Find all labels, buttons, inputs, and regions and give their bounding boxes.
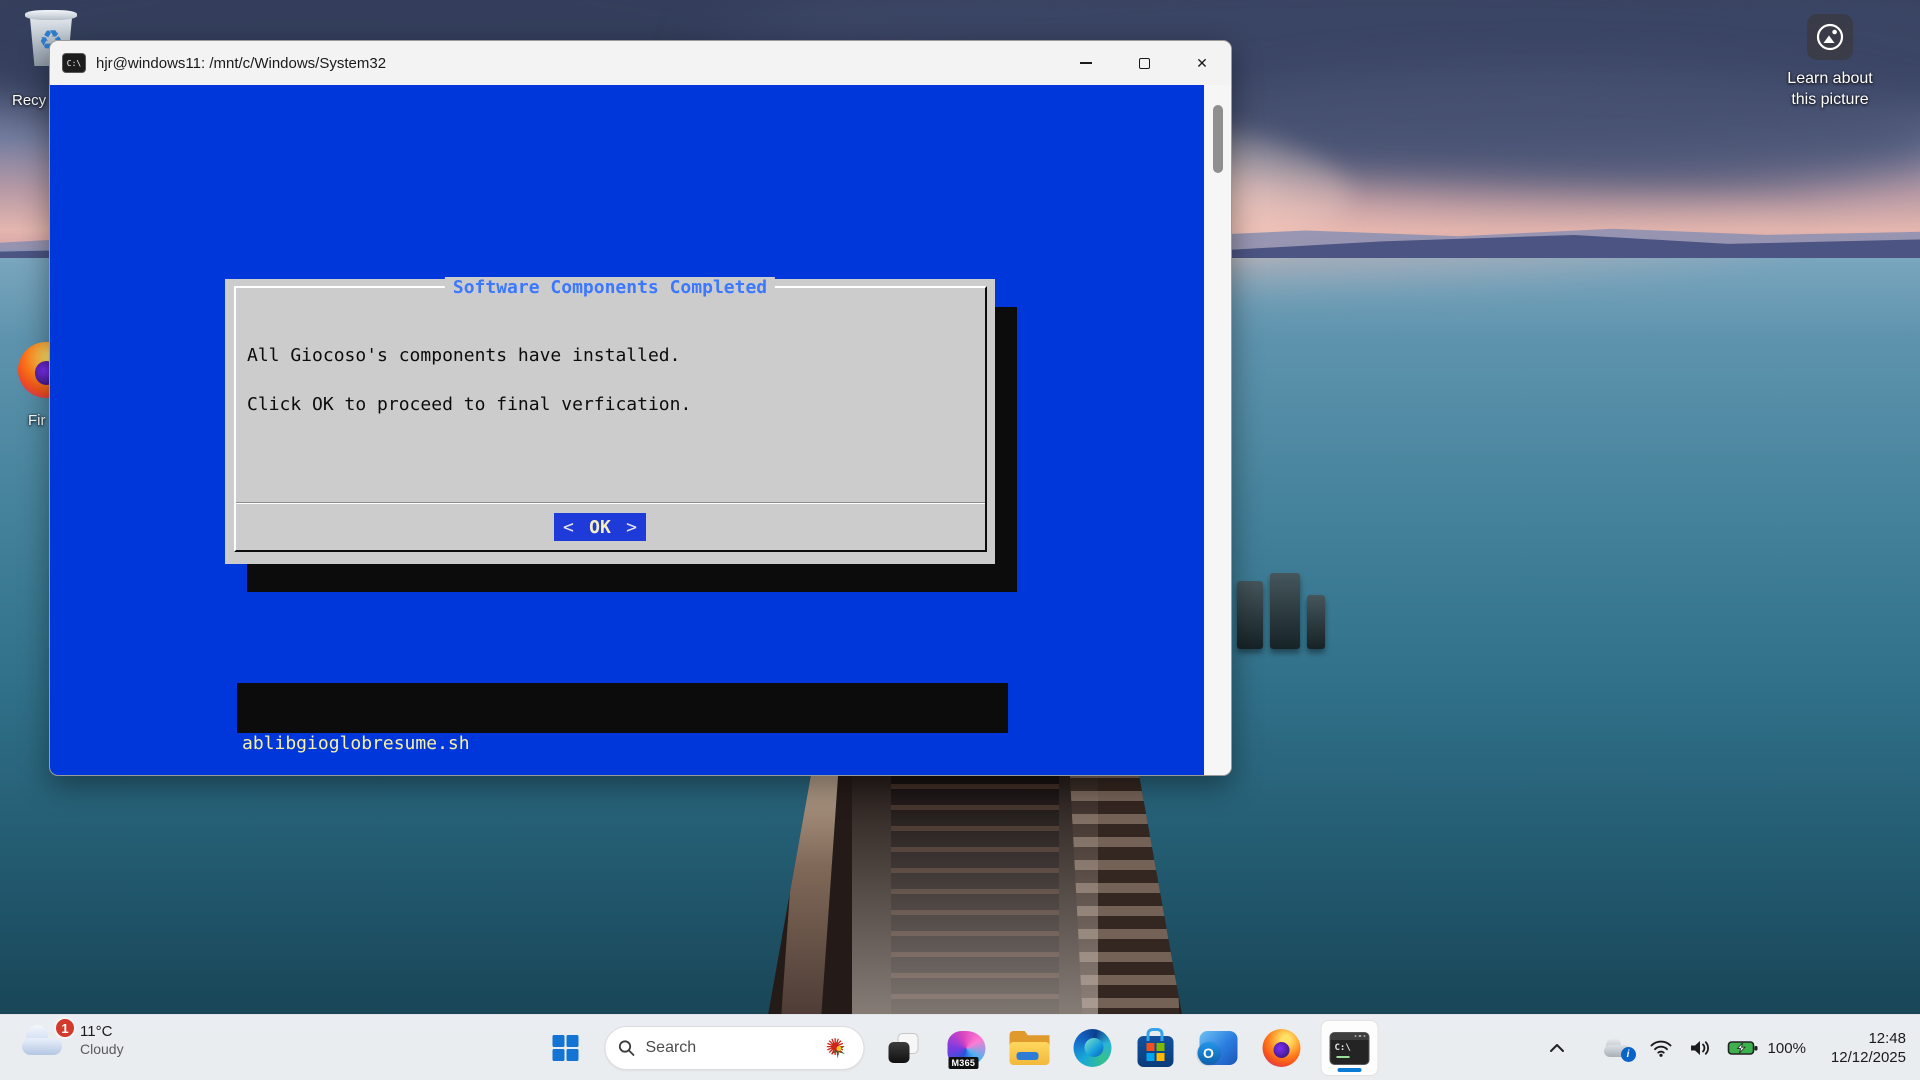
taskbar: 1 11°C Cloudy Search ✶ ✺ [0,1014,1920,1080]
weather-widget[interactable]: 1 11°C Cloudy [22,1023,124,1057]
maximize-button[interactable] [1115,41,1173,85]
terminal-content: Software Components Completed All Giocos… [50,85,1204,776]
task-view-icon [889,1033,919,1063]
outlook-button[interactable]: O [1195,1021,1243,1075]
search-placeholder: Search [646,1039,816,1057]
system-tray: i [1547,1015,1906,1080]
m365-badge: M365 [949,1057,979,1069]
picture-info-tile[interactable] [1807,14,1853,60]
clock-widget[interactable]: 12:48 12/12/2025 [1831,1029,1906,1067]
firefox-icon [1263,1029,1301,1067]
edge-icon [1074,1029,1112,1067]
microsoft-store-icon [1138,1036,1174,1067]
outlook-icon: O [1200,1031,1238,1065]
chevron-up-icon [1547,1040,1567,1056]
dialog-separator [236,502,985,504]
scrollbar-thumb[interactable] [1213,105,1223,173]
minimize-button[interactable] [1057,41,1115,85]
window-titlebar[interactable]: C:\ hjr@windows11: /mnt/c/Windows/System… [50,41,1231,85]
scrollbar-track[interactable] [1204,85,1232,776]
battery-button[interactable] [1727,1038,1759,1058]
recycle-bin-label: Recy [12,92,46,109]
cmd-window-icon: C:\ [62,53,86,73]
terminal-output-box: ablibgioglobresume.sh 6eb20892679a0ce196… [237,683,1008,733]
m365-copilot-icon: M365 [948,1031,986,1066]
onedrive-tray-button[interactable]: i [1604,1037,1634,1059]
close-button[interactable]: ✕ [1173,41,1231,85]
file-explorer-icon [1010,1031,1050,1065]
m365-copilot-button[interactable]: M365 [943,1021,991,1075]
active-app-indicator [1338,1068,1362,1072]
pier-beam [782,768,839,1014]
maximize-icon [1139,58,1150,69]
ok-bracket-right: > [626,517,637,538]
wifi-button[interactable] [1649,1038,1673,1058]
search-icon [618,1039,636,1057]
clock-date: 12/12/2025 [1831,1048,1906,1067]
poinsettia-icon: ✶ ✺ [826,1035,852,1061]
pier-posts [1237,573,1325,649]
clock-time: 12:48 [1831,1029,1906,1048]
outlook-o-badge: O [1198,1042,1220,1064]
terminal-output-line: ablibgioglobresume.sh [242,732,1003,756]
firefox-label: Fir [28,412,46,429]
close-icon: ✕ [1196,56,1208,70]
firefox-button[interactable] [1258,1021,1306,1075]
task-view-button[interactable] [880,1021,928,1075]
microsoft-store-button[interactable] [1132,1021,1180,1075]
photo-icon [1815,22,1845,52]
minimize-icon [1080,62,1092,64]
windows-logo-icon [553,1035,579,1061]
dialog-message-line1: All Giocoso's components have installed. [247,345,680,366]
notification-badge: 1 [54,1017,76,1039]
window-controls: ✕ [1057,41,1231,85]
dialog-title: Software Components Completed [445,277,775,298]
learn-about-picture[interactable]: Learn about this picture [1770,14,1890,110]
ok-label: OK [589,517,611,538]
onedrive-info-badge: i [1621,1047,1636,1062]
pier-highlight [852,768,1098,1014]
terminal-window: C:\ hjr@windows11: /mnt/c/Windows/System… [49,40,1232,776]
speaker-icon [1688,1038,1712,1058]
window-title: hjr@windows11: /mnt/c/Windows/System32 [96,55,386,72]
start-button[interactable] [542,1021,590,1075]
desktop: ♻ Recy Fir Learn about this picture C:\ … [0,0,1920,1080]
learn-about-label-2: this picture [1770,89,1890,110]
weather-cloud-icon: 1 [22,1023,68,1057]
battery-percent: 100% [1768,1040,1806,1057]
wifi-icon [1649,1038,1673,1058]
weather-temperature: 11°C [80,1023,124,1040]
terminal-button-active[interactable]: C:\ [1321,1020,1379,1076]
tui-dialog: Software Components Completed All Giocos… [225,279,995,564]
dialog-message-line2: Click OK to proceed to final verfication… [247,394,691,415]
ok-button[interactable]: < OK > [554,513,646,541]
volume-button[interactable] [1688,1038,1712,1058]
edge-button[interactable] [1069,1021,1117,1075]
terminal-app-icon: C:\ [1330,1032,1370,1065]
taskbar-center: Search ✶ ✺ M365 [542,1015,1379,1080]
ok-bracket-left: < [563,517,574,538]
onedrive-cloud-icon: i [1604,1037,1634,1059]
search-box[interactable]: Search ✶ ✺ [605,1026,865,1070]
wooden-pier [755,768,1195,1014]
weather-condition: Cloudy [80,1041,124,1057]
battery-charging-icon [1727,1038,1759,1058]
learn-about-label-1: Learn about [1770,68,1890,89]
file-explorer-button[interactable] [1006,1021,1054,1075]
tray-overflow-button[interactable] [1547,1040,1567,1056]
